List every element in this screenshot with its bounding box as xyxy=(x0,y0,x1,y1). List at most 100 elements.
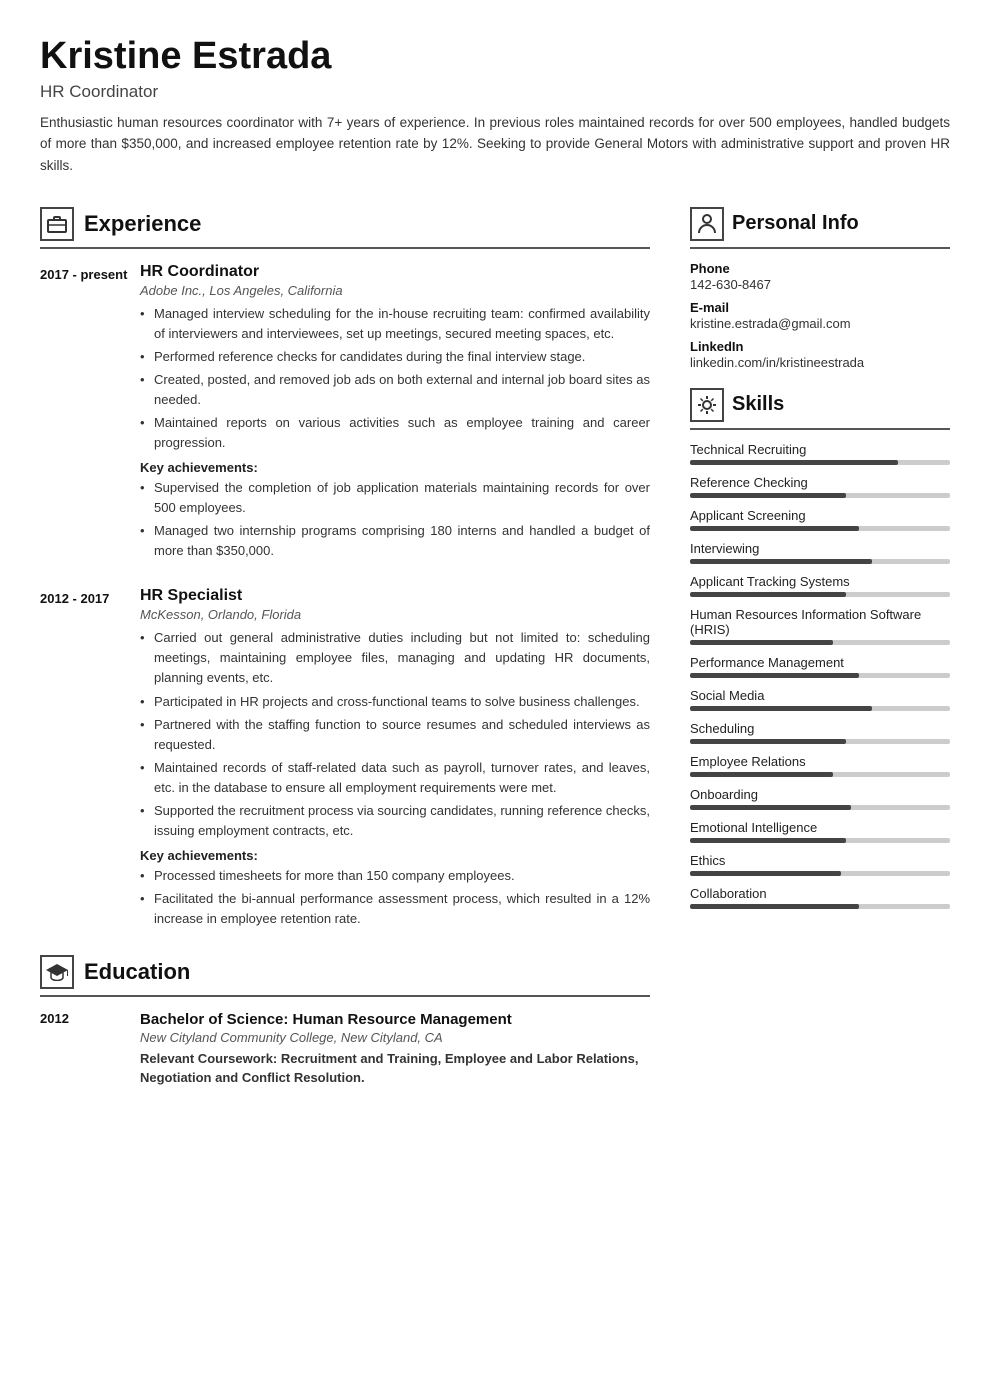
experience-section: Experience 2017 - present HR Coordinator… xyxy=(40,207,650,935)
skill-bar-bg xyxy=(690,739,950,744)
skills-title: Skills xyxy=(732,393,784,416)
skill-bar-fill xyxy=(690,640,833,645)
skill-name: Human Resources Information Software (HR… xyxy=(690,607,950,637)
job-dates-2: 2012 - 2017 xyxy=(40,587,140,935)
skill-bar-fill xyxy=(690,526,859,531)
skill-bar-fill xyxy=(690,706,872,711)
experience-title: Experience xyxy=(84,211,201,237)
phone-label: Phone xyxy=(690,261,950,276)
skill-item: Employee Relations xyxy=(690,754,950,777)
personal-info-icon xyxy=(690,207,724,241)
skill-bar-bg xyxy=(690,559,950,564)
skill-bar-bg xyxy=(690,460,950,465)
skill-bar-bg xyxy=(690,640,950,645)
skill-name: Applicant Screening xyxy=(690,508,950,523)
job-bullets-2: Carried out general administrative dutie… xyxy=(140,628,650,841)
edu-details: Bachelor of Science: Human Resource Mana… xyxy=(140,1011,650,1088)
bullet: Performed reference checks for candidate… xyxy=(140,347,650,367)
skill-bar-fill xyxy=(690,772,833,777)
edu-school: New Cityland Community College, New City… xyxy=(140,1030,650,1045)
skill-name: Scheduling xyxy=(690,721,950,736)
phone-value: 142-630-8467 xyxy=(690,277,950,292)
job-entry-1: 2017 - present HR Coordinator Adobe Inc.… xyxy=(40,263,650,568)
header-section: Kristine Estrada HR Coordinator Enthusia… xyxy=(40,36,950,195)
achievement: Managed two internship programs comprisi… xyxy=(140,521,650,561)
skill-bar-fill xyxy=(690,559,872,564)
linkedin-label: LinkedIn xyxy=(690,339,950,354)
education-section: Education 2012 Bachelor of Science: Huma… xyxy=(40,955,650,1088)
skill-bar-fill xyxy=(690,871,841,876)
skill-bar-fill xyxy=(690,838,846,843)
skill-bar-fill xyxy=(690,493,846,498)
bullet: Carried out general administrative dutie… xyxy=(140,628,650,688)
personal-info-section: Personal Info Phone 142-630-8467 E-mail … xyxy=(690,207,950,370)
achievements-2: Processed timesheets for more than 150 c… xyxy=(140,866,650,929)
skill-name: Social Media xyxy=(690,688,950,703)
skill-bar-bg xyxy=(690,904,950,909)
personal-info-title: Personal Info xyxy=(732,212,859,235)
skill-name: Reference Checking xyxy=(690,475,950,490)
skill-name: Ethics xyxy=(690,853,950,868)
skill-item: Collaboration xyxy=(690,886,950,909)
skill-bar-bg xyxy=(690,838,950,843)
bullet: Participated in HR projects and cross-fu… xyxy=(140,692,650,712)
bullet: Maintained reports on various activities… xyxy=(140,413,650,453)
skill-bar-fill xyxy=(690,904,859,909)
email-value: kristine.estrada@gmail.com xyxy=(690,316,950,331)
job-title-1: HR Coordinator xyxy=(140,263,650,281)
skill-item: Reference Checking xyxy=(690,475,950,498)
experience-icon xyxy=(40,207,74,241)
skill-item: Social Media xyxy=(690,688,950,711)
skills-icon xyxy=(690,388,724,422)
skill-item: Applicant Tracking Systems xyxy=(690,574,950,597)
skills-list: Technical Recruiting Reference Checking Ap… xyxy=(690,442,950,909)
skills-section: Skills Technical Recruiting Reference Che… xyxy=(690,388,950,909)
experience-header: Experience xyxy=(40,207,650,249)
skill-item: Interviewing xyxy=(690,541,950,564)
skill-item: Onboarding xyxy=(690,787,950,810)
left-column: Experience 2017 - present HR Coordinator… xyxy=(40,207,680,1364)
edu-degree: Bachelor of Science: Human Resource Mana… xyxy=(140,1011,650,1028)
skill-name: Onboarding xyxy=(690,787,950,802)
bullet: Partnered with the staffing function to … xyxy=(140,715,650,755)
education-icon xyxy=(40,955,74,989)
skill-item: Applicant Screening xyxy=(690,508,950,531)
skill-item: Scheduling xyxy=(690,721,950,744)
skill-name: Employee Relations xyxy=(690,754,950,769)
bullet: Managed interview scheduling for the in-… xyxy=(140,304,650,344)
skills-header: Skills xyxy=(690,388,950,430)
job-dates-1: 2017 - present xyxy=(40,263,140,568)
email-label: E-mail xyxy=(690,300,950,315)
skill-item: Performance Management xyxy=(690,655,950,678)
skill-bar-bg xyxy=(690,772,950,777)
skill-item: Ethics xyxy=(690,853,950,876)
achievements-1: Supervised the completion of job applica… xyxy=(140,478,650,562)
coursework-label: Relevant Coursework: xyxy=(140,1051,277,1066)
edu-year: 2012 xyxy=(40,1011,140,1088)
bullet: Supported the recruitment process via so… xyxy=(140,801,650,841)
key-achievements-label-2: Key achievements: xyxy=(140,848,650,863)
skill-bar-bg xyxy=(690,592,950,597)
skill-bar-fill xyxy=(690,805,851,810)
job-company-1: Adobe Inc., Los Angeles, California xyxy=(140,283,650,298)
skill-bar-fill xyxy=(690,673,859,678)
skill-name: Interviewing xyxy=(690,541,950,556)
skill-bar-bg xyxy=(690,805,950,810)
job-entry-2: 2012 - 2017 HR Specialist McKesson, Orla… xyxy=(40,587,650,935)
candidate-title: HR Coordinator xyxy=(40,82,950,102)
achievement: Processed timesheets for more than 150 c… xyxy=(140,866,650,886)
skill-name: Technical Recruiting xyxy=(690,442,950,457)
bullet: Created, posted, and removed job ads on … xyxy=(140,370,650,410)
personal-info-header: Personal Info xyxy=(690,207,950,249)
job-details-2: HR Specialist McKesson, Orlando, Florida… xyxy=(140,587,650,935)
job-title-2: HR Specialist xyxy=(140,587,650,605)
right-column: Personal Info Phone 142-630-8467 E-mail … xyxy=(680,207,950,1364)
skill-item: Human Resources Information Software (HR… xyxy=(690,607,950,645)
skill-item: Emotional Intelligence xyxy=(690,820,950,843)
candidate-name: Kristine Estrada xyxy=(40,36,950,78)
skill-item: Technical Recruiting xyxy=(690,442,950,465)
skill-name: Collaboration xyxy=(690,886,950,901)
skill-name: Performance Management xyxy=(690,655,950,670)
key-achievements-label-1: Key achievements: xyxy=(140,460,650,475)
skill-name: Applicant Tracking Systems xyxy=(690,574,950,589)
